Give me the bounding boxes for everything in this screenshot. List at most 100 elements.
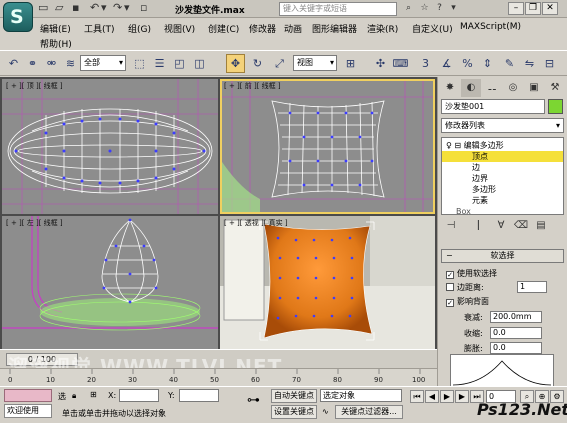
stack-item-box[interactable]: Box (442, 206, 563, 217)
key-selection-dropdown[interactable]: 选定对象 (320, 389, 402, 402)
mirror-icon[interactable]: ⇋ (520, 54, 539, 73)
use-soft-selection-checkbox[interactable]: ✓ 使用软选择 (446, 268, 497, 279)
restore-button[interactable]: ❐ (525, 2, 541, 15)
app-logo-icon[interactable]: S (3, 2, 33, 32)
stack-item-element[interactable]: 元素 (442, 195, 563, 206)
spinner-snap-icon[interactable]: ⇕ (478, 54, 497, 73)
y-coordinate-field[interactable] (179, 389, 219, 402)
star-icon[interactable]: ☆ (418, 2, 431, 15)
viewport-label-perspective[interactable]: [ + ][ 透视 ][ 真实 ] (224, 218, 288, 228)
hierarchy-tab-icon[interactable]: ⚋ (482, 79, 502, 97)
object-color-swatch[interactable] (548, 99, 563, 114)
checkbox-checked-icon[interactable]: ✓ (446, 271, 454, 279)
configure-modifier-sets-icon[interactable]: ▤ (533, 219, 549, 233)
viewport-top[interactable]: [ + ][ 顶 ][ 线框 ] (2, 79, 218, 214)
menu-graph-editors[interactable]: 图形编辑器 (312, 22, 357, 35)
edge-distance-spinner[interactable]: 1 (517, 281, 547, 293)
keyboard-shortcut-icon[interactable]: ⌨ (391, 54, 410, 73)
help-icon[interactable]: ? (433, 2, 446, 15)
binoculars-icon[interactable]: ⌕ (402, 2, 415, 15)
move-icon[interactable]: ✥ (226, 54, 245, 73)
menu-maxscript[interactable]: MAXScript(M) (460, 22, 521, 32)
viewport-left[interactable]: [ + ][ 左 ][ 线框 ] (2, 216, 218, 349)
open-file-icon[interactable]: ▱ (55, 1, 63, 16)
key-filters-button[interactable]: 关键点过滤器... (335, 405, 403, 419)
create-tab-icon[interactable]: ✸ (440, 79, 460, 97)
viewport-front[interactable]: [ + ][ 前 ][ 线框 ] (220, 79, 435, 214)
modifier-list-dropdown[interactable]: 修改器列表 (441, 118, 564, 133)
menu-create[interactable]: 创建(C) (208, 22, 239, 35)
undo-icon[interactable]: ↶ (4, 54, 23, 73)
minimize-button[interactable]: – (508, 2, 524, 15)
percent-snap-icon[interactable]: % (458, 54, 477, 73)
search-input[interactable]: 键入关键字或短语 (279, 2, 397, 16)
absolute-mode-icon[interactable]: ⊞ (90, 390, 97, 399)
key-mode-icon[interactable]: ⊶ (247, 393, 260, 408)
maxscript-listener-mini[interactable] (4, 389, 52, 402)
select-by-name-icon[interactable]: ☰ (150, 54, 169, 73)
menu-tools[interactable]: 工具(T) (84, 22, 115, 35)
pin-stack-icon[interactable]: ⊣ (443, 219, 459, 233)
modify-tab-icon[interactable]: ◐ (461, 79, 481, 97)
rectangular-selection-icon[interactable]: ◰ (170, 54, 189, 73)
menu-edit[interactable]: 编辑(E) (40, 22, 71, 35)
viewport-perspective[interactable]: [ + ][ 透视 ][ 真实 ] (220, 216, 435, 349)
make-unique-icon[interactable]: ∀ (493, 219, 509, 233)
menu-customize[interactable]: 自定义(U) (412, 22, 453, 35)
lock-icon[interactable]: 🔒︎ (72, 391, 76, 401)
snaps-toggle-icon[interactable]: 3 (416, 54, 435, 73)
redo-icon[interactable]: ↷ (113, 1, 122, 16)
link-icon[interactable]: ⚭ (23, 54, 42, 73)
window-crossing-icon[interactable]: ◫ (190, 54, 209, 73)
angle-snap-icon[interactable]: ∡ (437, 54, 456, 73)
viewport-label-left[interactable]: [ + ][ 左 ][ 线框 ] (6, 218, 63, 228)
menu-views[interactable]: 视图(V) (164, 22, 195, 35)
bubble-spinner[interactable]: 0.0 (490, 342, 542, 354)
undo-icon[interactable]: ↶ (90, 1, 99, 16)
new-file-icon[interactable]: ▭ (38, 1, 48, 16)
menu-modifiers[interactable]: 修改器 (249, 22, 276, 35)
scale-icon[interactable]: ⤢ (270, 54, 289, 73)
show-end-result-icon[interactable]: ⎸ (475, 219, 491, 233)
menu-group[interactable]: 组(G) (128, 22, 151, 35)
x-coordinate-field[interactable] (119, 389, 159, 402)
soft-selection-rollout-header[interactable]: − 软选择 (441, 249, 564, 263)
lightbulb-icon[interactable]: ♀ (446, 141, 452, 150)
menu-rendering[interactable]: 渲染(R) (367, 22, 398, 35)
display-tab-icon[interactable]: ▣ (524, 79, 544, 97)
previous-frame-icon[interactable]: ◀ (425, 390, 439, 403)
play-icon[interactable]: ▶ (440, 390, 454, 403)
pinch-spinner[interactable]: 0.0 (490, 327, 542, 339)
bind-space-warp-icon[interactable]: ≋ (61, 54, 80, 73)
stack-item-vertex[interactable]: 顶点 (442, 151, 563, 162)
stack-item-edge[interactable]: 边 (442, 162, 563, 173)
key-icon[interactable]: ∿ (322, 407, 329, 416)
checkbox-checked-icon[interactable]: ✓ (446, 299, 454, 307)
menu-help[interactable]: 帮助(H) (40, 37, 72, 50)
viewport-label-front[interactable]: [ + ][ 前 ][ 线框 ] (224, 81, 281, 91)
menu-animation[interactable]: 动画 (284, 22, 302, 35)
object-name-field[interactable]: 沙发垫001 (441, 99, 545, 114)
help-dropdown-icon[interactable]: ▾ (447, 2, 460, 15)
stack-item-polygon[interactable]: 多边形 (442, 184, 563, 195)
edit-named-selection-icon[interactable]: ✎ (500, 54, 519, 73)
stack-item-edit-poly[interactable]: ♀ ⊟ 编辑多边形 (442, 140, 563, 151)
motion-tab-icon[interactable]: ◎ (503, 79, 523, 97)
select-manipulate-icon[interactable]: ✣ (371, 54, 390, 73)
redo-dropdown-icon[interactable]: ▾ (124, 1, 130, 16)
pivot-center-icon[interactable]: ⊞ (341, 54, 360, 73)
unlink-icon[interactable]: ⚮ (42, 54, 61, 73)
reference-coordinate-dropdown[interactable]: 视图 (293, 55, 337, 71)
track-bar[interactable]: 0 10 20 30 40 50 60 70 80 90 100 (0, 368, 437, 386)
undo-dropdown-icon[interactable]: ▾ (101, 1, 107, 16)
selection-filter-dropdown[interactable]: 全部 (80, 55, 126, 71)
viewport-label-top[interactable]: [ + ][ 顶 ][ 线框 ] (6, 81, 63, 91)
remove-modifier-icon[interactable]: ⌫ (513, 219, 529, 233)
align-icon[interactable]: ⊟ (540, 54, 559, 73)
project-folder-icon[interactable]: ▫ (140, 1, 147, 16)
save-file-icon[interactable]: ▪ (72, 1, 79, 16)
auto-key-button[interactable]: 自动关键点 (271, 389, 317, 403)
close-button[interactable]: ✕ (542, 2, 558, 15)
go-to-start-icon[interactable]: ⏮ (410, 390, 424, 403)
affect-backfacing-checkbox[interactable]: ✓ 影响背面 (446, 296, 489, 307)
